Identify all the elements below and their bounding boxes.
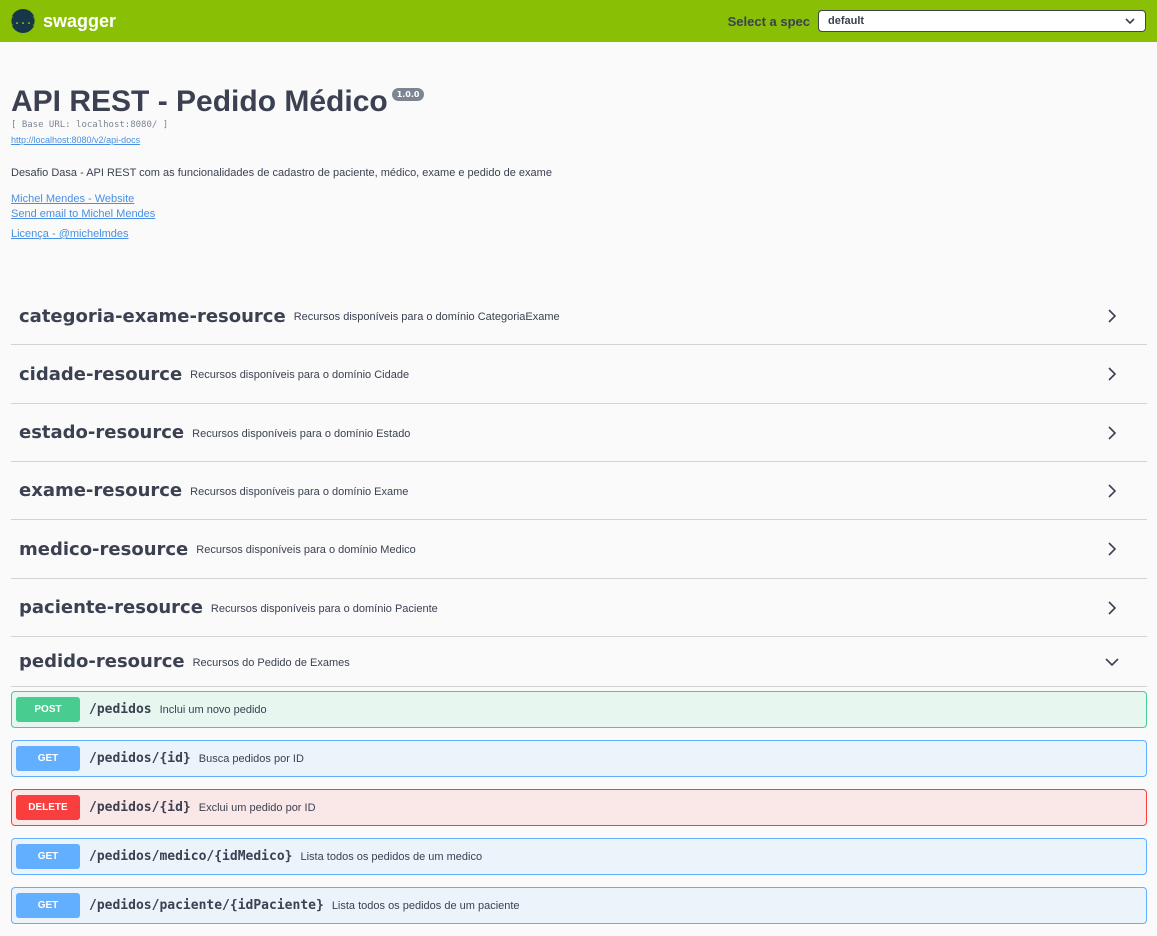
- operation-summary: Lista todos os pedidos de um paciente: [331, 899, 520, 912]
- tag-description: Recursos disponíveis para o domínio Paci…: [210, 602, 438, 615]
- version-badge: 1.0.0: [391, 88, 425, 101]
- tag-name: medico-resource: [19, 538, 189, 560]
- method-badge: POST: [16, 697, 80, 722]
- topbar: {...} swagger Select a spec default: [0, 0, 1157, 42]
- chevron-right-icon[interactable]: [1105, 542, 1119, 556]
- operation-path: /pedidos: [89, 702, 152, 717]
- operation-path: /pedidos/medico/{idMedico}: [89, 849, 293, 864]
- tag-name: cidade-resource: [19, 363, 183, 385]
- tag-description: Recursos disponíveis para o domínio Cida…: [190, 369, 410, 381]
- chevron-right-icon[interactable]: [1105, 483, 1119, 498]
- tag-estado-resource[interactable]: estado-resource Recursos disponíveis par…: [11, 404, 1147, 462]
- tag-description: Recursos disponíveis para o domínio Exam…: [190, 485, 409, 498]
- spec-label: Select a spec: [727, 13, 810, 29]
- chevron-down-icon: [1125, 18, 1135, 25]
- page-title: API REST - Pedido Médico: [11, 85, 388, 118]
- tag-medico-resource[interactable]: medico-resource Recursos disponíveis par…: [11, 520, 1147, 579]
- api-info: API REST - Pedido Médico 1.0.0 [ Base UR…: [11, 84, 1147, 240]
- api-description: Desafio Dasa - API REST com as funcional…: [11, 167, 552, 179]
- method-badge: GET: [16, 893, 80, 918]
- method-badge: DELETE: [16, 795, 80, 820]
- tag-paciente-resource[interactable]: paciente-resource Recursos disponíveis p…: [11, 579, 1147, 637]
- operation-summary: Exclui um pedido por ID: [198, 801, 316, 814]
- operation-get-pedidos-by-paciente[interactable]: GET /pedidos/paciente/{idPaciente} Lista…: [11, 887, 1147, 924]
- base-url: [ Base URL: localhost:8080/ ]: [11, 120, 169, 130]
- chevron-down-icon[interactable]: [1105, 655, 1119, 669]
- tag-name: categoria-exame-resource: [19, 305, 286, 327]
- chevron-right-icon[interactable]: [1105, 425, 1119, 440]
- operation-get-pedido-by-id[interactable]: GET /pedidos/{id} Busca pedidos por ID: [11, 740, 1147, 777]
- tag-description: Recursos disponíveis para o domínio Medi…: [196, 544, 416, 556]
- chevron-right-icon[interactable]: [1105, 309, 1119, 323]
- tag-description: Recursos disponíveis para o domínio Cate…: [293, 311, 560, 323]
- tag-cidade-resource[interactable]: cidade-resource Recursos disponíveis par…: [11, 345, 1147, 404]
- swagger-logo-text: swagger: [43, 10, 117, 31]
- swagger-logo[interactable]: {...} swagger: [8, 9, 117, 33]
- operation-delete-pedido-by-id[interactable]: DELETE /pedidos/{id} Exclui um pedido po…: [11, 789, 1147, 826]
- method-badge: GET: [16, 844, 80, 869]
- spec-selector: Select a spec default: [728, 10, 1146, 32]
- operation-summary: Lista todos os pedidos de um medico: [300, 850, 483, 863]
- tag-description: Recursos disponíveis para o domínio Esta…: [192, 427, 411, 440]
- tag-categoria-exame-resource[interactable]: categoria-exame-resource Recursos dispon…: [11, 288, 1147, 345]
- operations-list: POST /pedidos Inclui um novo pedido GET …: [11, 691, 1147, 936]
- tag-name: estado-resource: [19, 422, 185, 443]
- chevron-right-icon[interactable]: [1105, 600, 1119, 615]
- title-row: API REST - Pedido Médico 1.0.0: [11, 84, 1147, 120]
- tag-name: exame-resource: [19, 480, 183, 501]
- operation-summary: Inclui um novo pedido: [159, 703, 267, 716]
- operation-path: /pedidos/{id}: [89, 751, 191, 766]
- tag-name: paciente-resource: [19, 597, 203, 618]
- tag-list: categoria-exame-resource Recursos dispon…: [11, 288, 1147, 687]
- tag-description: Recursos do Pedido de Exames: [192, 656, 350, 669]
- tag-name: pedido-resource: [19, 651, 185, 672]
- license-link[interactable]: Licença - @michelmdes: [11, 228, 1147, 240]
- method-badge: GET: [16, 746, 80, 771]
- spec-select[interactable]: default: [818, 10, 1146, 32]
- operation-path: /pedidos/paciente/{idPaciente}: [89, 898, 324, 913]
- operation-path: /pedidos/{id}: [89, 800, 191, 815]
- chevron-right-icon[interactable]: [1105, 367, 1119, 381]
- operation-get-pedidos-by-medico[interactable]: GET /pedidos/medico/{idMedico} Lista tod…: [11, 838, 1147, 875]
- operation-post-pedidos[interactable]: POST /pedidos Inclui um novo pedido: [11, 691, 1147, 728]
- operation-summary: Busca pedidos por ID: [198, 752, 304, 765]
- website-link[interactable]: Michel Mendes - Website: [11, 193, 1147, 205]
- spec-select-value: default: [828, 15, 865, 27]
- tag-exame-resource[interactable]: exame-resource Recursos disponíveis para…: [11, 462, 1147, 520]
- swagger-logo-icon: {...}: [8, 9, 38, 33]
- email-link[interactable]: Send email to Michel Mendes: [11, 208, 1147, 220]
- tag-pedido-resource[interactable]: pedido-resource Recursos do Pedido de Ex…: [11, 637, 1147, 687]
- api-docs-link[interactable]: http://localhost:8080/v2/api-docs: [11, 135, 140, 145]
